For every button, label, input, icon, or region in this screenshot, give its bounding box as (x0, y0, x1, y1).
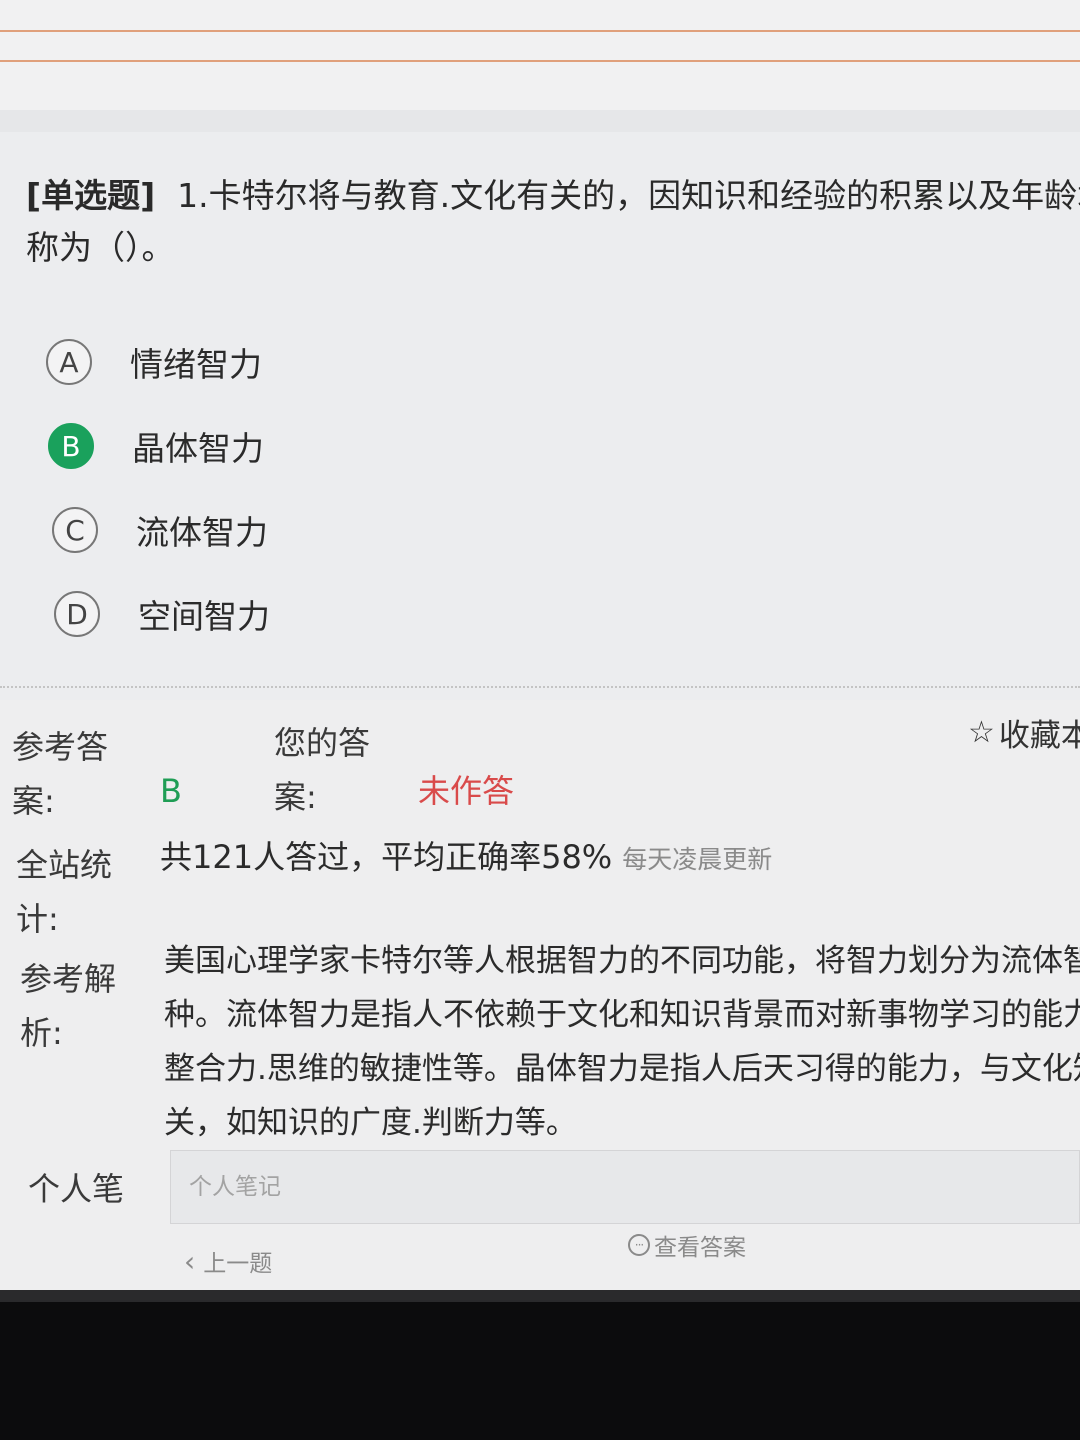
option-b-marker: B (48, 423, 94, 469)
option-d-text: 空间智力 (138, 597, 270, 636)
question-type: [单选题] (26, 176, 156, 215)
stats-text: 共121人答过，平均正确率58% 每天凌晨更新 (160, 832, 772, 878)
option-c-marker: C (52, 507, 98, 553)
option-d[interactable]: D 空间智力 (54, 587, 654, 641)
analysis-text: 美国心理学家卡特尔等人根据智力的不同功能，将智力划分为流体智 种。流体智力是指人… (164, 934, 1080, 1150)
question-text-line2: 称为（）。 (26, 228, 175, 267)
analysis-line: 种。流体智力是指人不依赖于文化和知识背景而对新事物学习的能力 (164, 997, 1080, 1033)
previous-question-label: 上一题 (203, 1251, 273, 1277)
view-answer-button[interactable]: ··· 查看答案 (628, 1228, 746, 1262)
stats-label: 全站统计: (16, 846, 113, 938)
browser-top-area (0, 0, 1080, 110)
question-text-line1: 1.卡特尔将与教育.文化有关的，因知识和经验的积累以及年龄增长 (177, 176, 1080, 215)
analysis-line: 美国心理学家卡特尔等人根据智力的不同功能，将智力划分为流体智 (164, 943, 1080, 979)
reference-answer-value: B (160, 772, 182, 810)
header-band (0, 110, 1080, 132)
your-answer-value: 未作答 (418, 772, 515, 810)
previous-question-button[interactable]: ‹ 上一题 (184, 1244, 272, 1278)
option-a-marker: A (46, 339, 92, 385)
question-stem: [单选题] 1.卡特尔将与教育.文化有关的，因知识和经验的积累以及年龄增长 称为（… (26, 170, 1080, 274)
your-answer-label: 您的答案: (274, 724, 371, 816)
top-rule (0, 30, 1080, 32)
notes-label: 个人笔记 (28, 1170, 125, 1208)
stats-summary: 共121人答过，平均正确率58% (160, 838, 613, 876)
section-divider (0, 686, 1080, 688)
analysis-line: 整合力.思维的敏捷性等。晶体智力是指人后天习得的能力，与文化知 (164, 1051, 1080, 1087)
option-d-marker: D (54, 591, 100, 637)
option-b-text: 晶体智力 (132, 429, 264, 468)
chat-dots-icon: ··· (628, 1234, 650, 1256)
top-rule (0, 60, 1080, 62)
chevron-left-icon: ‹ (184, 1244, 196, 1278)
analysis-label: 参考解析: (20, 960, 117, 1052)
option-c-text: 流体智力 (136, 513, 268, 552)
reference-answer-label: 参考答案: (12, 728, 109, 820)
option-a[interactable]: A 情绪智力 (46, 335, 646, 389)
option-b[interactable]: B 晶体智力 (48, 419, 648, 473)
view-answer-label: 查看答案 (654, 1235, 746, 1261)
option-a-text: 情绪智力 (130, 345, 262, 384)
favorite-label: 收藏本 (998, 718, 1080, 754)
option-c[interactable]: C 流体智力 (52, 503, 652, 557)
notes-input[interactable] (170, 1150, 1080, 1224)
favorite-button[interactable]: ☆ 收藏本 (968, 710, 1080, 755)
screen-bezel (0, 1302, 1080, 1440)
analysis-line: 关，如知识的广度.判断力等。 (164, 1105, 577, 1141)
stats-update-note: 每天凌晨更新 (622, 845, 773, 874)
star-icon: ☆ (968, 715, 995, 750)
